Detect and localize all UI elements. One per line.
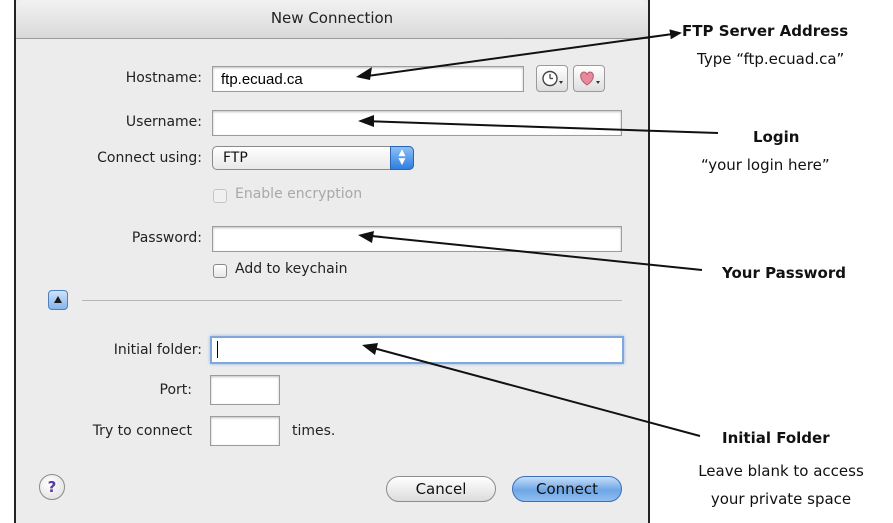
ftp-annotation-title: FTP Server Address	[682, 22, 849, 40]
folder-annotation-title: Initial Folder	[722, 429, 830, 447]
password-annotation-title: Your Password	[722, 264, 846, 282]
ftp-arrowhead	[356, 67, 372, 80]
password-arrowhead	[358, 231, 374, 243]
login-arrowhead	[358, 115, 374, 127]
login-annotation-title: Login	[753, 128, 800, 146]
folder-arrow	[365, 345, 701, 437]
login-annotation-desc: “your login here”	[701, 156, 830, 174]
folder-arrowhead	[362, 343, 378, 355]
folder-annotation-desc-1: Leave blank to access	[698, 462, 864, 480]
folder-annotation-desc-2: your private space	[710, 490, 852, 508]
ftp-annotation-desc: Type “ftp.ecuad.ca”	[697, 50, 845, 68]
ftp-arrow	[359, 29, 682, 78]
login-arrow	[361, 120, 719, 134]
password-arrow	[361, 234, 703, 271]
